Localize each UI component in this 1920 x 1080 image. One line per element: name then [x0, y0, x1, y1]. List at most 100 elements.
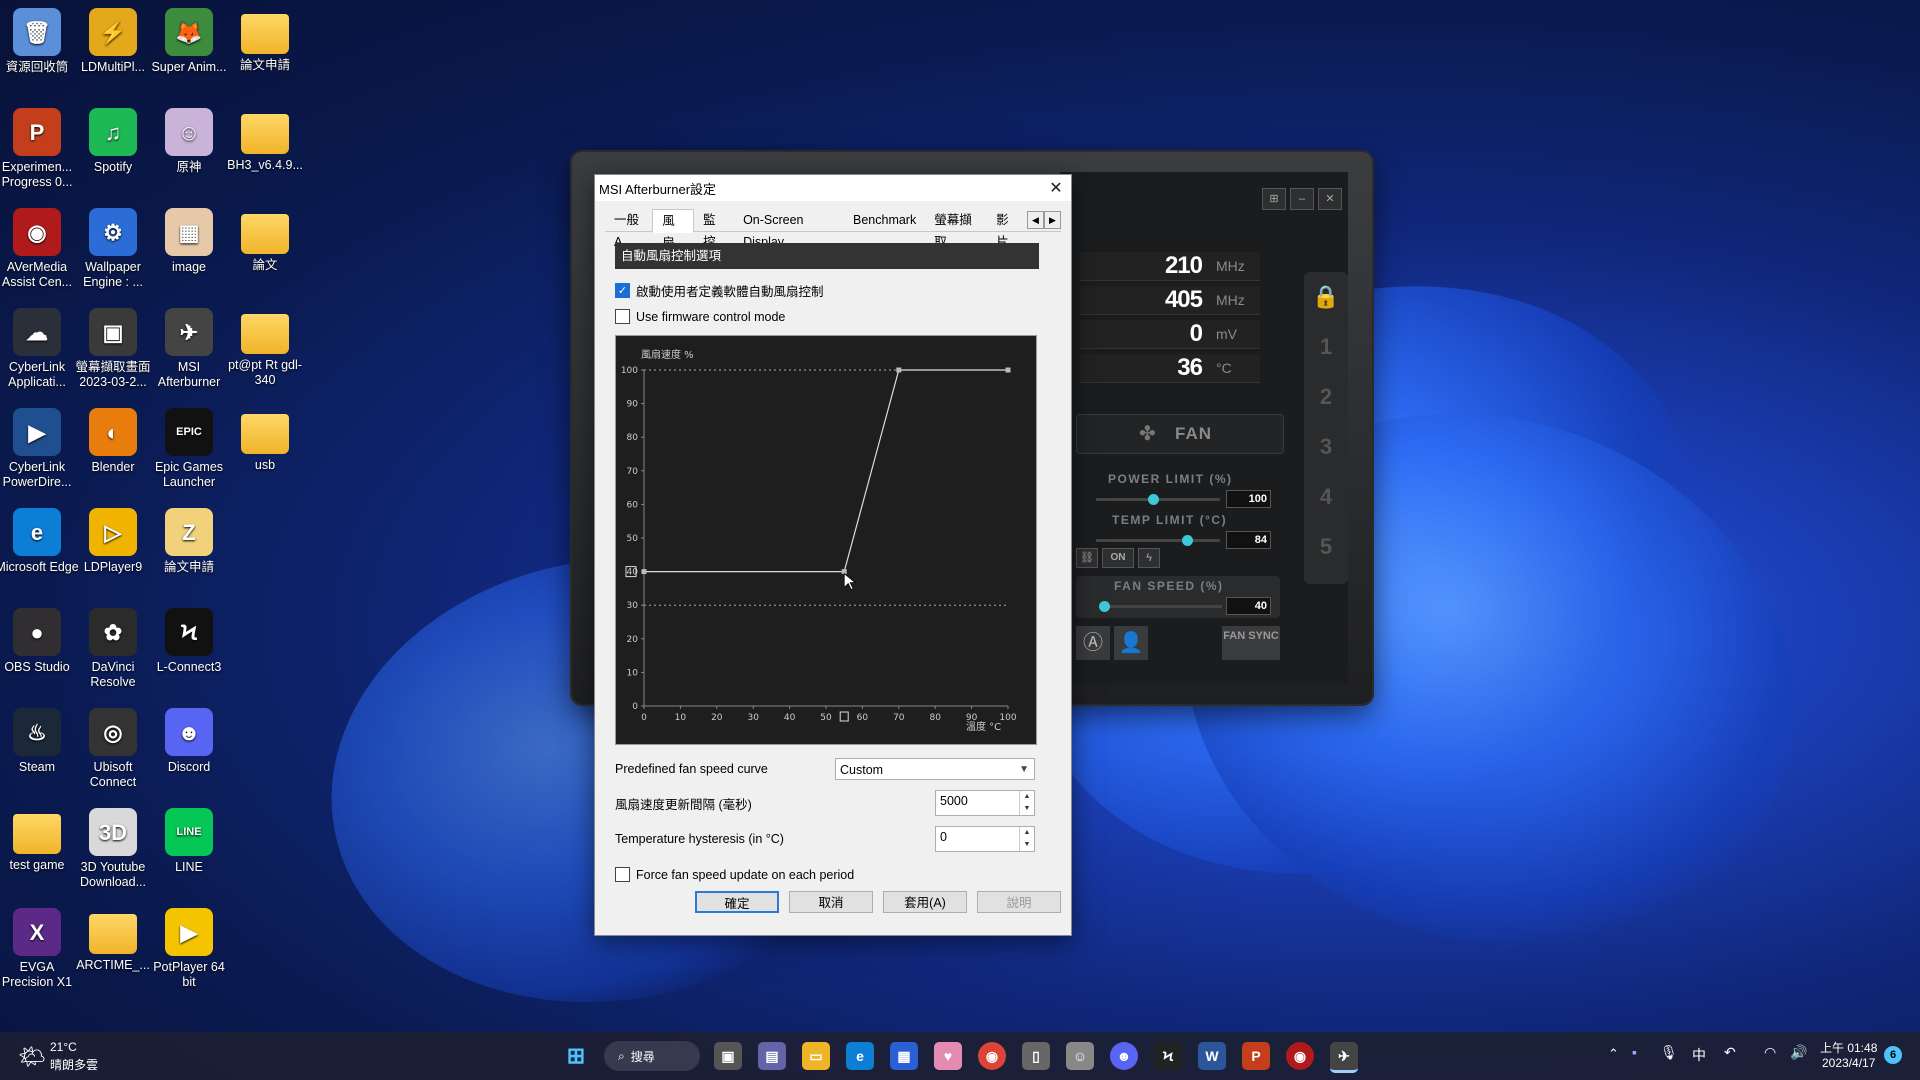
profile-4[interactable]: 4: [1304, 472, 1348, 522]
weather-temp[interactable]: 21°C: [50, 1040, 77, 1054]
start-icon[interactable]: ⊞: [562, 1042, 590, 1070]
desktop-icon[interactable]: ⚙ Wallpaper Engine : ...: [71, 208, 155, 290]
store-icon[interactable]: ▦: [890, 1042, 918, 1070]
temp-limit-knob[interactable]: [1181, 535, 1193, 546]
teams-icon[interactable]: ▤: [758, 1042, 786, 1070]
word-icon[interactable]: W: [1198, 1042, 1226, 1070]
lock-icon[interactable]: 🔒: [1304, 272, 1348, 322]
dialog-titlebar[interactable]: MSI Afterburner設定 ✕: [595, 175, 1071, 201]
tray-app-icon[interactable]: ▪: [1632, 1044, 1637, 1060]
tab-general[interactable]: 一般A: [605, 209, 652, 249]
weather-desc[interactable]: 晴朗多雲: [50, 1056, 98, 1073]
checkbox-box[interactable]: [615, 867, 630, 882]
enable-custom-fan-checkbox[interactable]: ✓ 啟動使用者定義軟體自動風扇控制: [615, 281, 824, 300]
close-icon[interactable]: ✕: [1041, 178, 1071, 198]
desktop-icon[interactable]: ▦ image: [147, 208, 231, 275]
profile-1[interactable]: 1: [1304, 322, 1348, 372]
genshin-icon[interactable]: ☺: [1066, 1042, 1094, 1070]
tab-video[interactable]: 影片: [987, 209, 1027, 249]
windows-icon[interactable]: ⊞: [1262, 188, 1286, 210]
desktop-icon[interactable]: LINE LINE: [147, 808, 231, 875]
spinner-icon[interactable]: ▲ ▼: [1019, 827, 1034, 851]
desktop-icon[interactable]: ▶ PotPlayer 64 bit: [147, 908, 231, 990]
close-icon[interactable]: ✕: [1318, 188, 1342, 210]
desktop-icon[interactable]: P Experimen... Progress 0...: [0, 108, 79, 190]
edge-icon[interactable]: e: [846, 1042, 874, 1070]
desktop-icon[interactable]: pt@pt Rt gdl-340: [223, 308, 307, 388]
afterburner-taskbar-icon[interactable]: ✈: [1330, 1042, 1358, 1073]
desktop-icon[interactable]: ▶ CyberLink PowerDire...: [0, 408, 79, 490]
profile-5[interactable]: 5: [1304, 522, 1348, 572]
ime-mode-icon[interactable]: ↶: [1724, 1044, 1736, 1061]
predefined-curve-select[interactable]: Custom ▼: [835, 758, 1035, 780]
search-box[interactable]: ⌕ 搜尋: [604, 1041, 700, 1071]
desktop-icon[interactable]: usb: [223, 408, 307, 473]
update-period-input[interactable]: 5000 ▲ ▼: [935, 790, 1035, 816]
powerpoint-icon[interactable]: P: [1242, 1042, 1270, 1070]
clock-date[interactable]: 2023/4/17: [1822, 1056, 1875, 1070]
fan-speed-value[interactable]: 40: [1226, 597, 1271, 615]
power-limit-value[interactable]: 100: [1226, 490, 1271, 508]
l-connect-icon[interactable]: Ϟ: [1154, 1042, 1182, 1070]
scroll-left-icon[interactable]: ◀: [1027, 211, 1044, 229]
tab-monitoring[interactable]: 監控: [694, 209, 734, 249]
desktop-icon[interactable]: Z 論文申請: [147, 508, 231, 575]
desktop-icon[interactable]: ◎ Ubisoft Connect: [71, 708, 155, 790]
lightning-icon[interactable]: ϟ: [1138, 548, 1160, 568]
desktop-icon[interactable]: ⚡ LDMultiPl...: [71, 8, 155, 75]
desktop-icon[interactable]: ♫ Spotify: [71, 108, 155, 175]
desktop-icon[interactable]: EPIC Epic Games Launcher: [147, 408, 231, 490]
desktop-icon[interactable]: 論文申請: [223, 8, 307, 73]
minimize-icon[interactable]: –: [1290, 188, 1314, 210]
desktop-icon[interactable]: 🦊 Super Anim...: [147, 8, 231, 75]
tab-fan[interactable]: 風扇: [652, 209, 695, 250]
notification-badge[interactable]: 6: [1884, 1046, 1902, 1064]
apply-button[interactable]: 套用(A): [883, 891, 967, 913]
desktop-icon[interactable]: ☺ 原神: [147, 108, 231, 175]
checkbox-box[interactable]: [615, 309, 630, 324]
fan-sync-button[interactable]: FAN SYNC: [1222, 626, 1280, 660]
help-button[interactable]: 說明: [977, 891, 1061, 913]
task-view-icon[interactable]: ▣: [714, 1042, 742, 1070]
on-toggle[interactable]: ON: [1102, 548, 1134, 568]
profile-2[interactable]: 2: [1304, 372, 1348, 422]
desktop-icon[interactable]: ✈ MSI Afterburner: [147, 308, 231, 390]
fan-curve-svg[interactable]: 風扇速度 % 溫度 °C 01020304050607080901000 10 20…: [616, 336, 1036, 744]
checkmark-icon[interactable]: ✓: [615, 283, 630, 298]
weather-icon[interactable]: 🌤: [18, 1044, 46, 1070]
desktop-icon[interactable]: 3D 3D Youtube Download...: [71, 808, 155, 890]
power-limit-knob[interactable]: [1148, 494, 1160, 505]
desktop-icon[interactable]: e Microsoft Edge: [0, 508, 79, 575]
avermedia-icon[interactable]: ◉: [1286, 1042, 1314, 1070]
clock-time[interactable]: 上午 01:48: [1820, 1039, 1877, 1056]
desktop-icon[interactable]: ▷ LDPlayer9: [71, 508, 155, 575]
desktop-icon[interactable]: 🗑 資源回收筒: [0, 8, 79, 75]
fan-curve-chart[interactable]: 風扇速度 % 溫度 °C 0 10 20 30 40 50 60 70 80 90 100 0 10 20…: [615, 335, 1037, 745]
ime-indicator[interactable]: 中: [1692, 1045, 1706, 1065]
desktop-icon[interactable]: ☻ Discord: [147, 708, 231, 775]
firmware-mode-checkbox[interactable]: Use firmware control mode: [615, 309, 785, 324]
chevron-up-icon[interactable]: ⌃: [1608, 1046, 1619, 1062]
desktop-icon[interactable]: X EVGA Precision X1: [0, 908, 79, 990]
profile-3[interactable]: 3: [1304, 422, 1348, 472]
desktop-icon[interactable]: ✿ DaVinci Resolve: [71, 608, 155, 690]
file-explorer-icon[interactable]: ▭: [802, 1042, 830, 1070]
desktop-icon[interactable]: 論文: [223, 208, 307, 273]
desktop-icon[interactable]: ● OBS Studio: [0, 608, 79, 675]
desktop-icon[interactable]: ◉ AVerMedia Assist Cen...: [0, 208, 79, 290]
tab-screen-capture[interactable]: 螢幕擷取: [925, 209, 987, 249]
wifi-icon[interactable]: ◠: [1764, 1044, 1776, 1061]
link-icon[interactable]: ⛓: [1076, 548, 1098, 568]
microphone-icon[interactable]: 🎙: [1660, 1044, 1678, 1061]
scroll-right-icon[interactable]: ▶: [1044, 211, 1061, 229]
user-profile-icon[interactable]: 👤: [1114, 626, 1148, 660]
desktop-icon[interactable]: ☁ CyberLink Applicati...: [0, 308, 79, 390]
hysteresis-input[interactable]: 0 ▲ ▼: [935, 826, 1035, 852]
force-update-checkbox[interactable]: Force fan speed update on each period: [615, 867, 854, 882]
usb-tool-icon[interactable]: ▯: [1022, 1042, 1050, 1070]
temp-limit-value[interactable]: 84: [1226, 531, 1271, 549]
auto-fan-icon[interactable]: Ⓐ: [1076, 626, 1110, 660]
temp-limit-slider[interactable]: [1096, 539, 1220, 542]
tab-benchmark[interactable]: Benchmark: [844, 209, 925, 231]
desktop-icon[interactable]: ♨ Steam: [0, 708, 79, 775]
